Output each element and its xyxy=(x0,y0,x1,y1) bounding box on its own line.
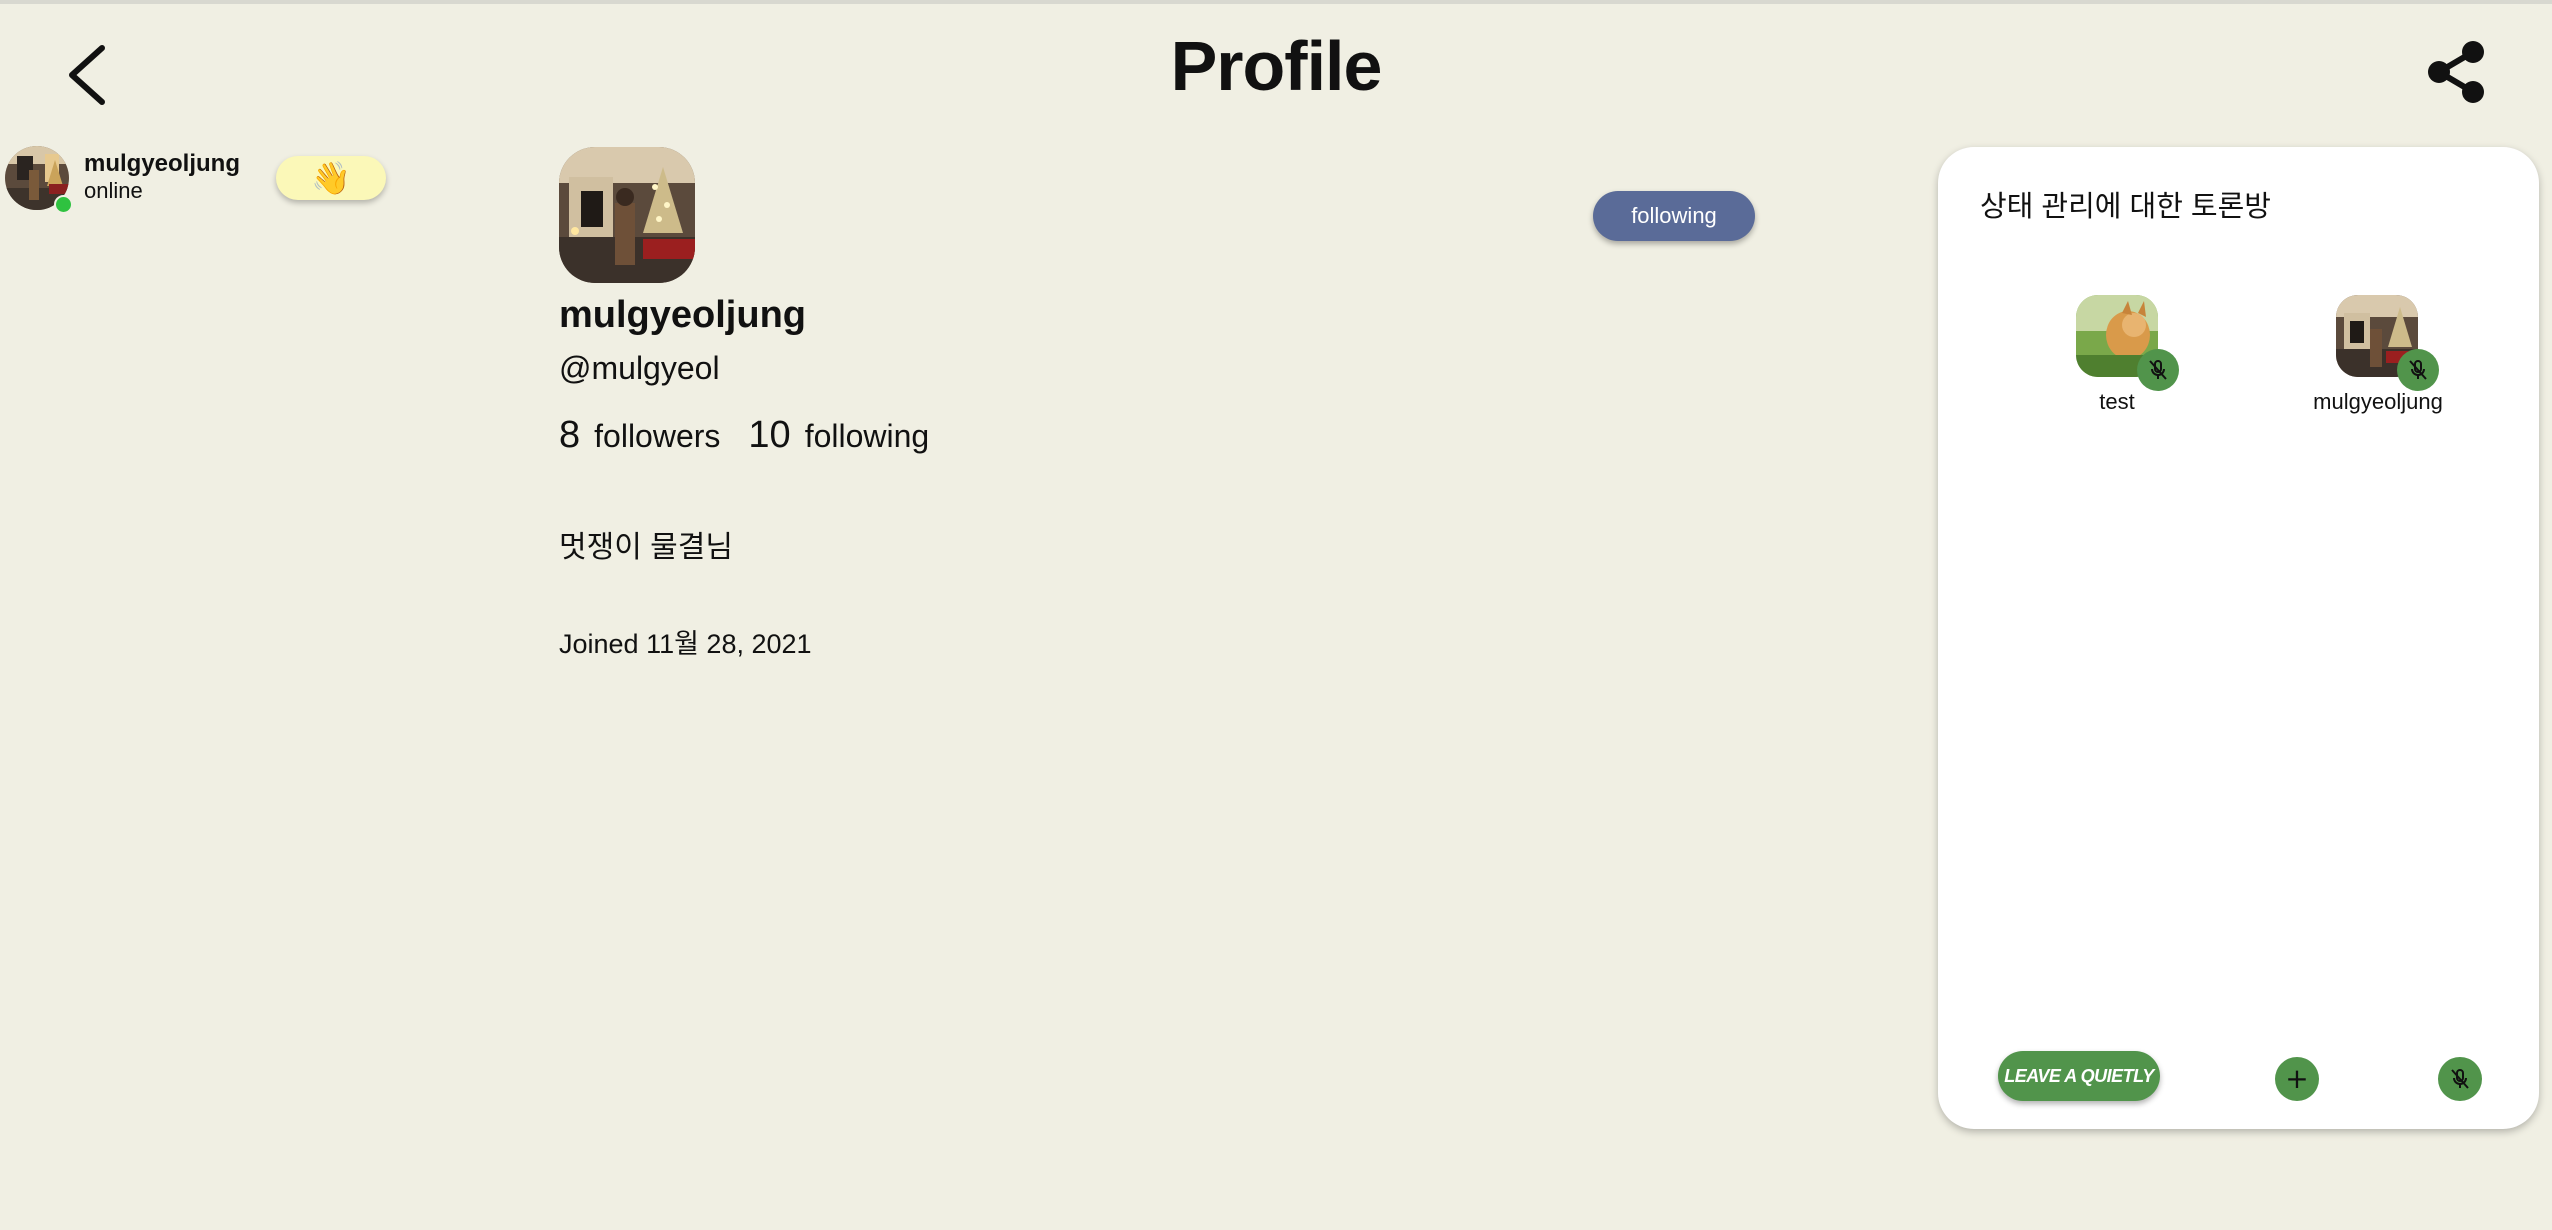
profile-name: mulgyeoljung xyxy=(559,294,806,336)
mic-off-badge xyxy=(2397,349,2439,391)
following-toggle-button[interactable]: following xyxy=(1593,191,1755,241)
waving-hand-icon: 👋 xyxy=(311,160,351,196)
header: Profile xyxy=(0,4,2552,134)
room-panel: 상태 관리에 대한 토론방 test mulgyeoljung LEAVE A … xyxy=(1938,147,2539,1129)
speaker-item[interactable]: mulgyeoljung xyxy=(2283,295,2443,425)
leave-quietly-button[interactable]: LEAVE A QUIETLY xyxy=(1998,1051,2160,1101)
add-button[interactable]: + xyxy=(2275,1057,2319,1101)
wave-button[interactable]: 👋 xyxy=(276,156,386,200)
profile-avatar-image xyxy=(559,147,695,283)
following-count[interactable]: 10 xyxy=(748,414,790,457)
following-label[interactable]: following xyxy=(805,418,930,455)
profile-avatar xyxy=(559,147,695,283)
mic-off-badge xyxy=(2137,349,2179,391)
mic-off-icon xyxy=(2409,360,2427,380)
profile-bio: 멋쟁이 물결님 xyxy=(559,531,733,564)
room-title: 상태 관리에 대한 토론방 xyxy=(1980,191,2271,223)
followers-label[interactable]: followers xyxy=(594,418,720,455)
online-status-dot xyxy=(54,195,73,214)
share-icon xyxy=(2428,41,2484,103)
profile-handle: @mulgyeol xyxy=(559,350,720,386)
speaker-item[interactable]: test xyxy=(2023,295,2183,425)
online-user-name: mulgyeoljung xyxy=(84,150,240,177)
online-user-card[interactable]: mulgyeoljung online 👋 xyxy=(5,146,395,216)
page-title: Profile xyxy=(1170,27,1383,105)
joined-date: Joined 11월 28, 2021 xyxy=(559,629,812,659)
mic-toggle-button[interactable] xyxy=(2438,1057,2482,1101)
plus-icon: + xyxy=(2285,1062,2309,1095)
mic-off-icon xyxy=(2451,1069,2469,1089)
followers-count[interactable]: 8 xyxy=(559,414,580,457)
speaker-name: test xyxy=(2099,389,2135,414)
speaker-name: mulgyeoljung xyxy=(2313,389,2443,414)
online-user-status: online xyxy=(84,178,143,203)
share-button[interactable] xyxy=(2425,40,2487,104)
mic-off-icon xyxy=(2149,360,2167,380)
follow-stats: 8 followers 10 following xyxy=(559,414,957,457)
